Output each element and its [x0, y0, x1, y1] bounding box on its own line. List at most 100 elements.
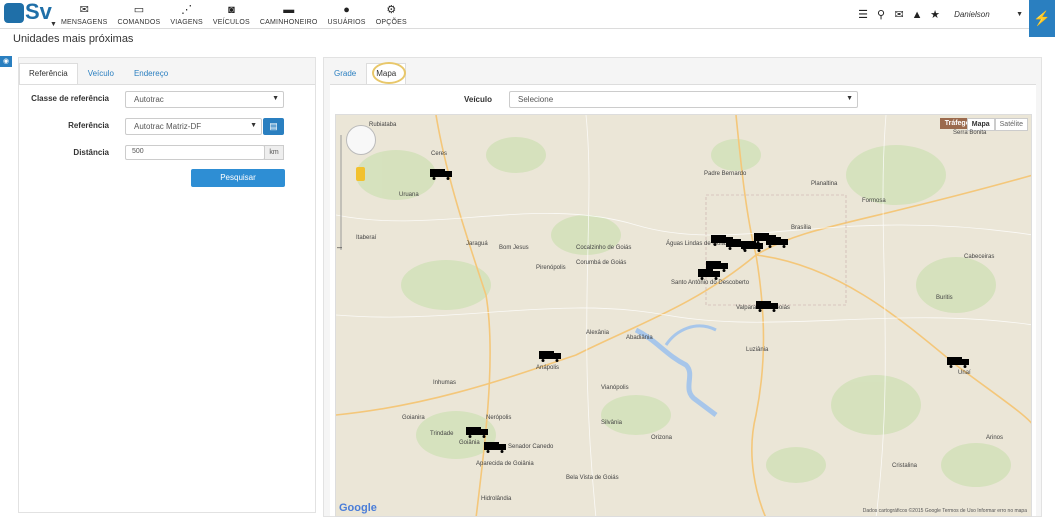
tab-endereco[interactable]: Endereço: [124, 63, 178, 85]
map-place-label: Goiânia: [459, 440, 480, 446]
map-place-label: Santo Antônio do Descoberto: [671, 280, 750, 286]
map-footer[interactable]: Dados cartográficos ©2015 Google Termos …: [863, 508, 1027, 514]
user-icon: ●: [343, 4, 350, 16]
map-place-label: Uruana: [399, 192, 419, 198]
map-place-label: Itaberaí: [356, 235, 377, 241]
map-place-label: Hidrolândia: [481, 496, 512, 502]
truck-marker-icon[interactable]: [698, 269, 721, 280]
nav-viagens[interactable]: ⋰ VIAGENS: [165, 0, 208, 29]
caret-down-icon: ▼: [250, 122, 257, 129]
search-icon[interactable]: ⚲: [872, 8, 890, 21]
caret-down-icon: ▼: [846, 95, 853, 102]
app-logo[interactable]: Sv ▼: [4, 0, 57, 28]
map-place-label: Jaraguá: [466, 241, 488, 247]
nav-label: VEÍCULOS: [212, 19, 250, 26]
map-view[interactable]: – Tráfego Mapa Satélite Rubiataba Ceres …: [335, 114, 1032, 517]
map-place-label: Luziânia: [746, 347, 769, 353]
tab-grade[interactable]: Grade: [324, 63, 366, 85]
distancia-input[interactable]: 500: [125, 145, 265, 160]
map-place-label: Arinos: [986, 435, 1004, 441]
car-icon: ◙: [228, 4, 235, 16]
truck-marker-icon[interactable]: [539, 351, 562, 362]
veiculo-value: Selecione: [518, 95, 554, 104]
map-place-label: Bela Vista de Goiás: [566, 475, 619, 481]
star-icon[interactable]: ★: [926, 8, 944, 21]
map-place-label: Serra Bonita: [953, 130, 987, 136]
map-type-satelite[interactable]: Satélite: [994, 118, 1028, 131]
map-place-label: Buritis: [936, 295, 953, 301]
envelope-icon[interactable]: ✉: [890, 8, 908, 21]
map-place-label: Orizona: [651, 435, 673, 441]
chevron-down-icon[interactable]: ▼: [1016, 11, 1023, 18]
nav-label: COMANDOS: [117, 19, 161, 26]
laptop-icon: ▭: [133, 4, 145, 16]
page-title: Unidades mais próximas: [13, 33, 134, 45]
user-name[interactable]: Danielson: [954, 10, 1012, 19]
map-place-label: Anápolis: [536, 365, 560, 371]
map-zoom-slider[interactable]: –: [336, 115, 346, 255]
truck-marker-icon[interactable]: [947, 357, 970, 368]
distancia-label: Distância: [73, 148, 109, 157]
map-place-label: Alexânia: [586, 330, 610, 336]
nav-mensagens[interactable]: ✉ MENSAGENS: [56, 0, 113, 29]
classe-label: Classe de referência: [31, 94, 109, 103]
main-nav: ✉ MENSAGENS ▭ COMANDOS ⋰ VIAGENS ◙ VEÍCULOS …: [56, 0, 412, 29]
map-place-label: Brasília: [791, 225, 812, 231]
truck-marker-icon[interactable]: [484, 442, 507, 453]
map-pan-control[interactable]: [346, 125, 376, 155]
nav-comandos[interactable]: ▭ COMANDOS: [113, 0, 166, 29]
alert-icon[interactable]: ▲: [908, 9, 926, 21]
top-navbar: Sv ▼ ✉ MENSAGENS ▭ COMANDOS ⋰ VIAGENS ◙ VEÍC…: [0, 0, 1055, 37]
distancia-unit: km: [264, 145, 284, 160]
map-place-label: Rubiataba: [369, 122, 397, 128]
map-place-label: Corumbá de Goiás: [576, 260, 627, 266]
tab-veiculo[interactable]: Veículo: [78, 63, 124, 85]
nav-usuarios[interactable]: ● USUÁRIOS: [323, 0, 371, 29]
nav-label: USUÁRIOS: [327, 19, 366, 26]
map-place-label: Cocalzinho de Goiás: [576, 245, 632, 251]
map-place-label: Goianira: [402, 415, 425, 421]
truck-marker-icon[interactable]: [430, 169, 453, 180]
veiculo-select[interactable]: Selecione ▼: [509, 91, 858, 108]
logo-text: Sv: [25, 0, 52, 24]
reference-form: Classe de referência Autotrac ▼ Referênci…: [19, 84, 315, 512]
toolbar-right: ☰ ⚲ ✉ ▲ ★ Danielson ▼: [854, 0, 1023, 29]
tab-referencia[interactable]: Referência: [19, 63, 78, 85]
nav-opcoes[interactable]: ⚙ OPÇÕES: [371, 0, 412, 29]
referencia-value: Autotrac Matriz-DF: [134, 122, 202, 131]
eye-icon[interactable]: ◉: [0, 56, 12, 67]
referencia-label: Referência: [68, 121, 109, 130]
corner-logo-icon[interactable]: ⚡: [1029, 0, 1055, 37]
map-place-label: Trindade: [430, 431, 454, 437]
truck-marker-icon[interactable]: [756, 301, 779, 312]
list-icon[interactable]: ☰: [854, 8, 872, 21]
google-logo: Google: [339, 502, 377, 514]
nav-label: VIAGENS: [170, 19, 203, 26]
classe-select[interactable]: Autotrac ▼: [125, 91, 284, 108]
map-place-label: Silvânia: [601, 420, 623, 426]
reference-panel: Referência Veículo Endereço Classe de re…: [18, 57, 316, 513]
map-place-label: Nerópolis: [486, 415, 512, 421]
map-place-label: Cabeceiras: [964, 254, 995, 260]
truck-marker-icon[interactable]: [766, 237, 789, 248]
map-place-label: Unaí: [958, 370, 971, 376]
map-place-label: Planaltina: [811, 181, 838, 187]
map-place-label: Vianópolis: [601, 385, 629, 391]
logo-badge-icon: [4, 3, 24, 23]
referencia-select[interactable]: Autotrac Matriz-DF ▼: [125, 118, 262, 135]
pesquisar-button[interactable]: Pesquisar: [191, 169, 285, 187]
map-place-label: Abadiânia: [626, 335, 653, 341]
map-place-label: Formosa: [862, 198, 886, 204]
map-place-label: Inhumas: [433, 380, 457, 386]
nav-caminhoneiro[interactable]: ▬ CAMINHONEIRO: [255, 0, 323, 29]
svg-text:–: –: [337, 242, 342, 252]
cursor-highlight: [372, 62, 406, 84]
referencia-list-button[interactable]: ▤: [263, 118, 284, 135]
nav-veiculos[interactable]: ◙ VEÍCULOS: [208, 0, 255, 29]
street-view-pegman-icon[interactable]: [356, 167, 365, 181]
truck-marker-icon[interactable]: [466, 427, 489, 438]
map-place-label: Cristalina: [892, 463, 918, 469]
list-icon: ▤: [269, 121, 278, 131]
veiculo-label: Veículo: [463, 95, 492, 104]
gears-icon: ⚙: [386, 4, 397, 16]
